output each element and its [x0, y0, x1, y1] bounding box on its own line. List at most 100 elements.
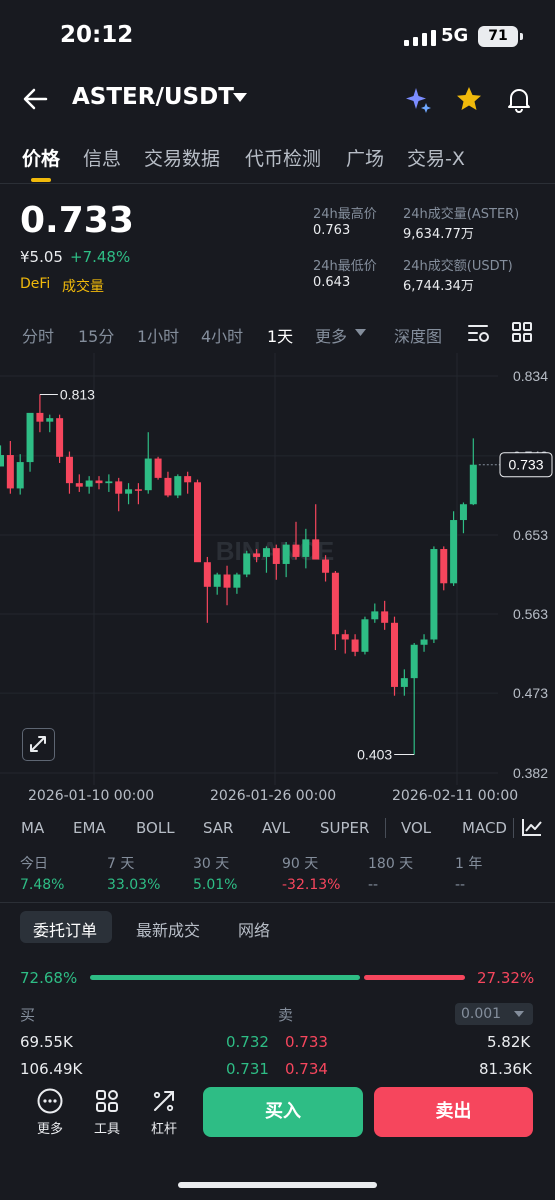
- candle-body: [272, 548, 280, 564]
- back-arrow-icon[interactable]: [20, 84, 50, 114]
- bell-icon[interactable]: [505, 85, 533, 113]
- ask-price[interactable]: 0.734: [285, 1060, 328, 1078]
- candle-body: [391, 622, 398, 687]
- stat-vol-quote-label: 24h成交额(USDT): [403, 259, 513, 274]
- candle-body: [341, 634, 349, 640]
- buy-button[interactable]: 买入: [203, 1087, 363, 1137]
- tab-order-book[interactable]: 委托订单: [33, 917, 97, 941]
- indicator-ema[interactable]: EMA: [73, 819, 106, 837]
- indicator-boll[interactable]: BOLL: [136, 819, 175, 837]
- interval-timeline[interactable]: 分时: [22, 323, 54, 347]
- indicator-settings-icon[interactable]: [521, 817, 543, 837]
- stat-high: 0.763: [313, 223, 351, 238]
- precision-value: 0.001: [461, 1006, 502, 1022]
- sell-button[interactable]: 卖出: [374, 1087, 533, 1137]
- indicator-divider: [513, 818, 514, 838]
- candle-body: [243, 553, 251, 575]
- bid-qty: 69.55K: [20, 1033, 73, 1051]
- interval-15m[interactable]: 15分: [78, 323, 114, 347]
- interval-more[interactable]: 更多: [315, 323, 347, 347]
- perf-label: 1 年: [455, 856, 483, 872]
- indicator-divider: [385, 818, 386, 838]
- perf-label: 今日: [20, 856, 48, 872]
- candle-body: [351, 639, 359, 652]
- interval-more-caret-icon[interactable]: [355, 329, 366, 337]
- tag-sector[interactable]: DeFi: [20, 276, 50, 292]
- candlestick-chart[interactable]: BINANCE 0.8130.403 0.8340.7430.6530.5630…: [0, 353, 555, 785]
- candle-body: [430, 549, 438, 640]
- sell-ratio: 27.32%: [477, 969, 535, 987]
- favorite-star-icon[interactable]: [455, 85, 483, 113]
- grid-layout-icon[interactable]: [512, 322, 532, 342]
- ask-qty: 5.82K: [487, 1033, 531, 1051]
- tab-trade-x[interactable]: 交易-X: [407, 144, 465, 171]
- perf-label: 90 天: [282, 856, 319, 872]
- candle-body: [282, 544, 290, 564]
- candle-body: [410, 644, 418, 679]
- buy-ratio-bar: [90, 975, 360, 980]
- stat-vol-base-label: 24h成交量(ASTER): [403, 207, 520, 222]
- ask-price[interactable]: 0.733: [285, 1033, 328, 1051]
- candle-body: [105, 481, 113, 484]
- perf-label: 30 天: [193, 856, 230, 872]
- bid-price[interactable]: 0.732: [226, 1033, 269, 1051]
- leverage-button[interactable]: 杠杆: [142, 1088, 186, 1137]
- battery-icon: 71: [478, 26, 523, 47]
- interval-1h[interactable]: 1小时: [137, 323, 179, 347]
- ai-sparkle-icon[interactable]: [404, 85, 434, 115]
- tab-info[interactable]: 信息: [83, 144, 121, 171]
- candle-body: [65, 456, 73, 484]
- candle-body: [164, 477, 172, 496]
- indicator-macd[interactable]: MACD: [462, 819, 507, 837]
- caret-down-icon[interactable]: [233, 93, 247, 103]
- tab-token-check[interactable]: 代币检测: [245, 144, 321, 171]
- home-indicator: [178, 1182, 377, 1188]
- tools-grid-icon: [96, 1090, 118, 1112]
- buy-ratio: 72.68%: [20, 969, 78, 987]
- tag-volume[interactable]: 成交量: [62, 276, 104, 296]
- interval-4h[interactable]: 4小时: [201, 323, 243, 347]
- network-type: 5G: [441, 25, 469, 46]
- indicator-ma[interactable]: MA: [21, 819, 44, 837]
- y-axis-label: 0.834: [513, 368, 548, 384]
- candle-body: [115, 481, 123, 494]
- candle-body: [144, 458, 152, 491]
- candle-body: [213, 574, 221, 587]
- more-button[interactable]: 更多: [28, 1088, 72, 1137]
- perf-value: -32.13%: [282, 877, 341, 893]
- candle-body: [420, 639, 428, 645]
- precision-select[interactable]: 0.001: [455, 1003, 533, 1025]
- last-price-label: 0.733: [508, 457, 543, 473]
- fullscreen-button[interactable]: [22, 728, 55, 761]
- indicator-avl[interactable]: AVL: [262, 819, 290, 837]
- high-marker-label: 0.813: [60, 386, 95, 402]
- tools-label: 工具: [93, 1122, 120, 1137]
- low-marker-label: 0.403: [357, 747, 392, 763]
- bid-price[interactable]: 0.731: [226, 1060, 269, 1078]
- candle-body: [302, 539, 310, 557]
- candle-body: [253, 553, 261, 557]
- tab-trading-data[interactable]: 交易数据: [144, 144, 220, 171]
- perf-value: 33.03%: [107, 877, 161, 893]
- tab-price[interactable]: 价格: [22, 144, 60, 171]
- indicator-sar[interactable]: SAR: [203, 819, 233, 837]
- candle-body: [371, 611, 379, 620]
- tab-network[interactable]: 网络: [238, 917, 270, 941]
- indicator-vol[interactable]: VOL: [401, 819, 431, 837]
- pair-title[interactable]: ASTER/USDT: [72, 84, 234, 110]
- tools-button[interactable]: 工具: [85, 1088, 129, 1137]
- interval-1d[interactable]: 1天: [267, 323, 293, 347]
- caret-down-icon: [514, 1011, 524, 1017]
- candle-body: [95, 480, 103, 484]
- tab-recent-trades[interactable]: 最新成交: [136, 917, 200, 941]
- price-change: +7.48%: [70, 248, 131, 266]
- depth-chart-tab[interactable]: 深度图: [394, 323, 442, 347]
- sell-ratio-bar: [364, 975, 465, 980]
- chart-settings-icon[interactable]: [467, 322, 491, 344]
- tabs-divider: [0, 183, 555, 184]
- tab-square[interactable]: 广场: [346, 144, 384, 171]
- indicator-super[interactable]: SUPER: [320, 819, 369, 837]
- more-label: 更多: [36, 1122, 63, 1137]
- candle-body: [75, 483, 83, 487]
- perf-value: --: [455, 877, 466, 893]
